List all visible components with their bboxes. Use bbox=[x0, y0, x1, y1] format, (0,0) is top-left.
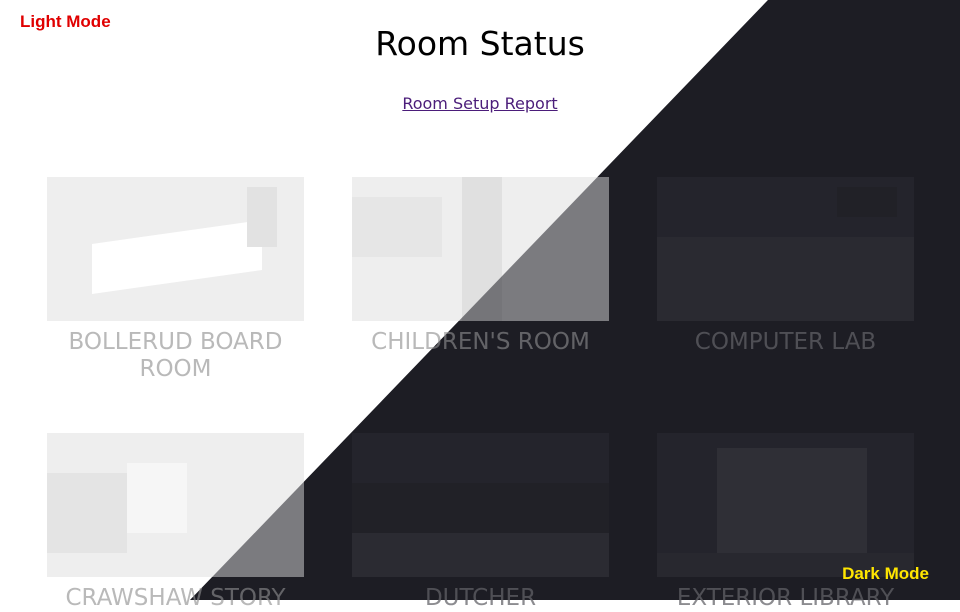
room-name: CRAWSHAW STORY bbox=[65, 585, 286, 611]
room-card-computer-lab[interactable]: COMPUTER LAB bbox=[657, 177, 914, 356]
room-card-crawshaw-story[interactable]: CRAWSHAW STORY bbox=[47, 433, 304, 612]
room-image bbox=[47, 433, 304, 577]
room-image bbox=[657, 177, 914, 321]
room-card-childrens-room[interactable]: CHILDREN'S ROOM bbox=[352, 177, 609, 356]
room-name: BOLLERUD BOARD ROOM bbox=[68, 329, 283, 382]
room-image bbox=[657, 433, 914, 577]
room-image bbox=[352, 433, 609, 577]
room-name: COMPUTER LAB bbox=[694, 329, 877, 355]
report-link-container: Room Setup Report bbox=[0, 94, 960, 113]
room-card-exterior-library[interactable]: EXTERIOR LIBRARY bbox=[657, 433, 914, 612]
room-name: DUTCHER bbox=[424, 585, 537, 611]
room-name: CHILDREN'S ROOM bbox=[371, 329, 590, 355]
room-image bbox=[47, 177, 304, 321]
room-image bbox=[352, 177, 609, 321]
light-mode-label: Light Mode bbox=[20, 12, 111, 31]
dark-mode-label: Dark Mode bbox=[842, 564, 929, 583]
page-title: Room Status bbox=[375, 24, 585, 63]
room-card-bollerud-board-room[interactable]: BOLLERUD BOARD ROOM bbox=[47, 177, 304, 383]
room-name: EXTERIOR LIBRARY bbox=[676, 585, 895, 611]
room-setup-report-link[interactable]: Room Setup Report bbox=[402, 94, 557, 113]
room-card-dutcher[interactable]: DUTCHER bbox=[352, 433, 609, 612]
